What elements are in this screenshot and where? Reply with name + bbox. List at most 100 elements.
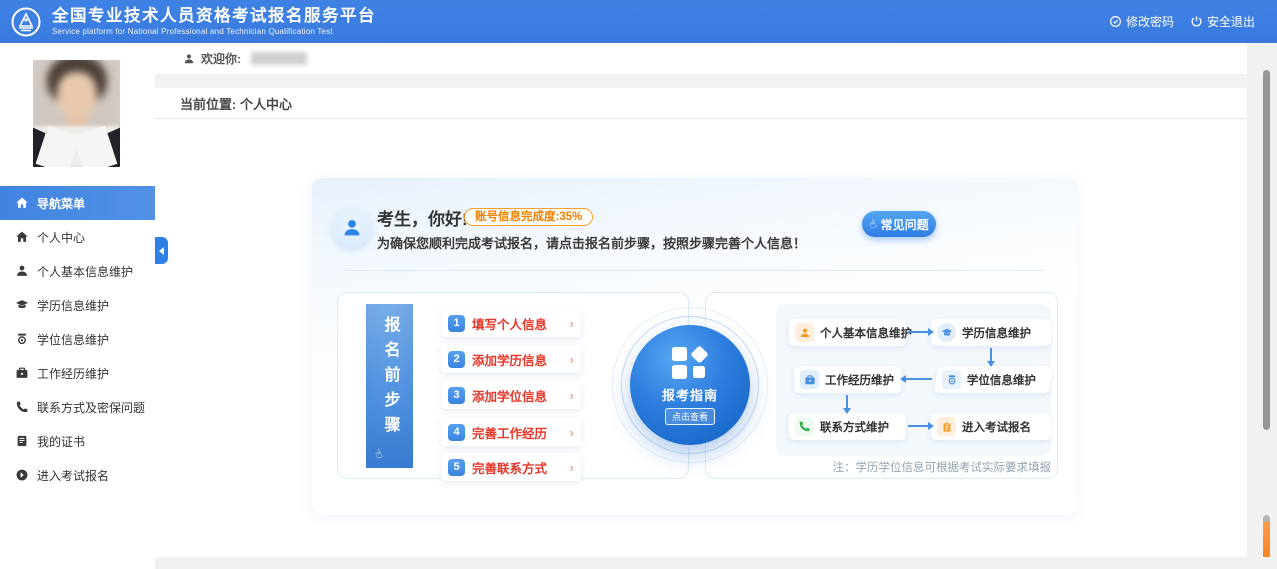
step-fill-personal-info[interactable]: 1 填写个人信息 › bbox=[441, 309, 581, 337]
step-number: 3 bbox=[448, 387, 465, 404]
clipboard-icon bbox=[937, 417, 956, 436]
step-number: 5 bbox=[448, 459, 465, 476]
arrow-right-icon bbox=[908, 331, 929, 333]
sidebar-item-degree-info[interactable]: 学位信息维护 bbox=[0, 322, 155, 356]
chevron-right-icon: › bbox=[570, 316, 574, 331]
profile-photo bbox=[33, 60, 120, 167]
step-add-degree-info[interactable]: 3 添加学位信息 › bbox=[441, 381, 581, 409]
guide-click-badge: 点击查看 bbox=[665, 408, 715, 425]
sidebar-item-basic-info[interactable]: 个人基本信息维护 bbox=[0, 254, 155, 288]
grid-icon bbox=[672, 346, 708, 380]
flow-node-enter-exam-registration[interactable]: 进入考试报名 bbox=[931, 413, 1051, 440]
page: 全国专业技术人员资格考试报名服务平台 Service platform for … bbox=[0, 0, 1277, 569]
step-complete-work-history[interactable]: 4 完善工作经历 › bbox=[441, 418, 581, 446]
arrow-down-icon bbox=[846, 395, 848, 409]
card-divider bbox=[345, 270, 1045, 271]
power-icon bbox=[1190, 15, 1203, 28]
divider-band bbox=[155, 75, 1247, 88]
phone-icon bbox=[15, 400, 29, 414]
hand-pointer-icon: ☝ bbox=[373, 446, 384, 462]
arrow-left-icon bbox=[905, 378, 932, 380]
home-icon bbox=[15, 196, 29, 210]
step-label: 完善联系方式 bbox=[472, 458, 547, 477]
step-label: 完善工作经历 bbox=[472, 423, 547, 442]
flow-node-label: 学位信息维护 bbox=[967, 372, 1036, 388]
banner-label: 报名前步骤 bbox=[378, 316, 402, 441]
sidebar-item-enter-exam-registration[interactable]: 进入考试报名 bbox=[0, 458, 155, 492]
user-icon bbox=[795, 323, 814, 342]
chevron-right-icon: › bbox=[570, 425, 574, 440]
logout-button[interactable]: 安全退出 bbox=[1190, 13, 1255, 30]
greeting-title: 考生，你好! bbox=[377, 205, 468, 230]
enter-circle-icon bbox=[15, 468, 29, 482]
medal-icon bbox=[942, 370, 961, 389]
sidebar-menu: 导航菜单 个人中心 个人基本信息维护 学历信息维护 学位信息维护 工作经历维护 bbox=[0, 186, 155, 492]
sidebar-item-label: 进入考试报名 bbox=[37, 467, 109, 484]
flow-node-degree-info[interactable]: 学位信息维护 bbox=[934, 366, 1053, 393]
change-password-label: 修改密码 bbox=[1126, 13, 1174, 30]
step-label: 填写个人信息 bbox=[472, 314, 547, 333]
sidebar-collapse-handle[interactable] bbox=[155, 237, 168, 264]
header-titles: 全国专业技术人员资格考试报名服务平台 Service platform for … bbox=[52, 7, 376, 36]
header-actions: 修改密码 安全退出 bbox=[1109, 0, 1255, 43]
instruction-text: 为确保您顺利完成考试报名，请点击报名前步骤，按照步骤完善个人信息！ bbox=[377, 233, 806, 252]
sidebar-item-label: 联系方式及密保问题 bbox=[37, 399, 145, 416]
sidebar-item-nav-menu[interactable]: 导航菜单 bbox=[0, 186, 155, 220]
sidebar-item-education-info[interactable]: 学历信息维护 bbox=[0, 288, 155, 322]
scrollbar-thumb[interactable] bbox=[1263, 70, 1270, 430]
sidebar-item-label: 学位信息维护 bbox=[37, 331, 109, 348]
step-label: 添加学历信息 bbox=[472, 350, 547, 369]
welcome-label: 欢迎你: bbox=[201, 50, 241, 67]
user-icon bbox=[15, 264, 29, 278]
chevron-right-icon: › bbox=[570, 388, 574, 403]
change-password-button[interactable]: 修改密码 bbox=[1109, 13, 1174, 30]
sidebar-item-work-history[interactable]: 工作经历维护 bbox=[0, 356, 155, 390]
welcome-bar: 欢迎你: bbox=[155, 43, 1247, 75]
flow-node-contact-info[interactable]: 联系方式维护 bbox=[789, 413, 906, 440]
guide-title: 报考指南 bbox=[662, 385, 718, 404]
flow-node-work-history[interactable]: 工作经历维护 bbox=[794, 366, 901, 393]
certificate-icon bbox=[15, 434, 29, 448]
hand-pointer-icon: ☝ bbox=[867, 217, 878, 231]
sidebar-item-my-certificates[interactable]: 我的证书 bbox=[0, 424, 155, 458]
page-title: 全国专业技术人员资格考试报名服务平台 bbox=[52, 7, 376, 26]
chevron-left-icon bbox=[159, 247, 164, 255]
sidebar-item-label: 个人基本信息维护 bbox=[37, 263, 133, 280]
app-header: 全国专业技术人员资格考试报名服务平台 Service platform for … bbox=[0, 0, 1277, 43]
faq-button[interactable]: ☝ 常见问题 bbox=[862, 211, 936, 237]
exam-guide-button[interactable]: 报考指南 点击查看 bbox=[630, 325, 750, 445]
page-subtitle: Service platform for National Profession… bbox=[52, 27, 376, 36]
completion-badge: 账号信息完成度:35% bbox=[464, 208, 593, 226]
sidebar-item-label: 我的证书 bbox=[37, 433, 85, 450]
bottom-divider bbox=[155, 557, 1277, 569]
user-icon bbox=[341, 217, 363, 239]
step-complete-contact-info[interactable]: 5 完善联系方式 › bbox=[441, 453, 581, 481]
briefcase-icon bbox=[800, 370, 819, 389]
sidebar-item-contact-security[interactable]: 联系方式及密保问题 bbox=[0, 390, 155, 424]
step-number: 2 bbox=[448, 351, 465, 368]
flow-node-education-info[interactable]: 学历信息维护 bbox=[931, 319, 1051, 346]
graduation-cap-icon bbox=[15, 298, 29, 312]
faq-button-label: 常见问题 bbox=[881, 216, 929, 233]
sidebar-item-label: 学历信息维护 bbox=[37, 297, 109, 314]
flow-node-label: 进入考试报名 bbox=[962, 419, 1031, 435]
flow-node-label: 个人基本信息维护 bbox=[820, 325, 912, 341]
avatar bbox=[333, 209, 371, 247]
logout-label: 安全退出 bbox=[1207, 13, 1255, 30]
flow-node-basic-info[interactable]: 个人基本信息维护 bbox=[789, 319, 906, 346]
step-label: 添加学位信息 bbox=[472, 386, 547, 405]
sidebar-item-personal-center[interactable]: 个人中心 bbox=[0, 220, 155, 254]
sidebar-item-label: 工作经历维护 bbox=[37, 365, 109, 382]
sidebar-item-label: 个人中心 bbox=[37, 229, 85, 246]
personal-center-card: 考生，你好! 账号信息完成度:35% 为确保您顺利完成考试报名，请点击报名前步骤… bbox=[312, 178, 1077, 515]
step-number: 4 bbox=[448, 424, 465, 441]
home-icon bbox=[15, 230, 29, 244]
step-add-education-info[interactable]: 2 添加学历信息 › bbox=[441, 345, 581, 373]
flow-node-label: 学历信息维护 bbox=[962, 325, 1031, 341]
graduation-cap-icon bbox=[937, 323, 956, 342]
arrow-down-icon bbox=[990, 348, 992, 362]
edit-password-icon bbox=[1109, 15, 1122, 28]
sidebar-item-label: 导航菜单 bbox=[37, 195, 85, 212]
phone-icon bbox=[795, 417, 814, 436]
flow-node-label: 工作经历维护 bbox=[825, 372, 894, 388]
